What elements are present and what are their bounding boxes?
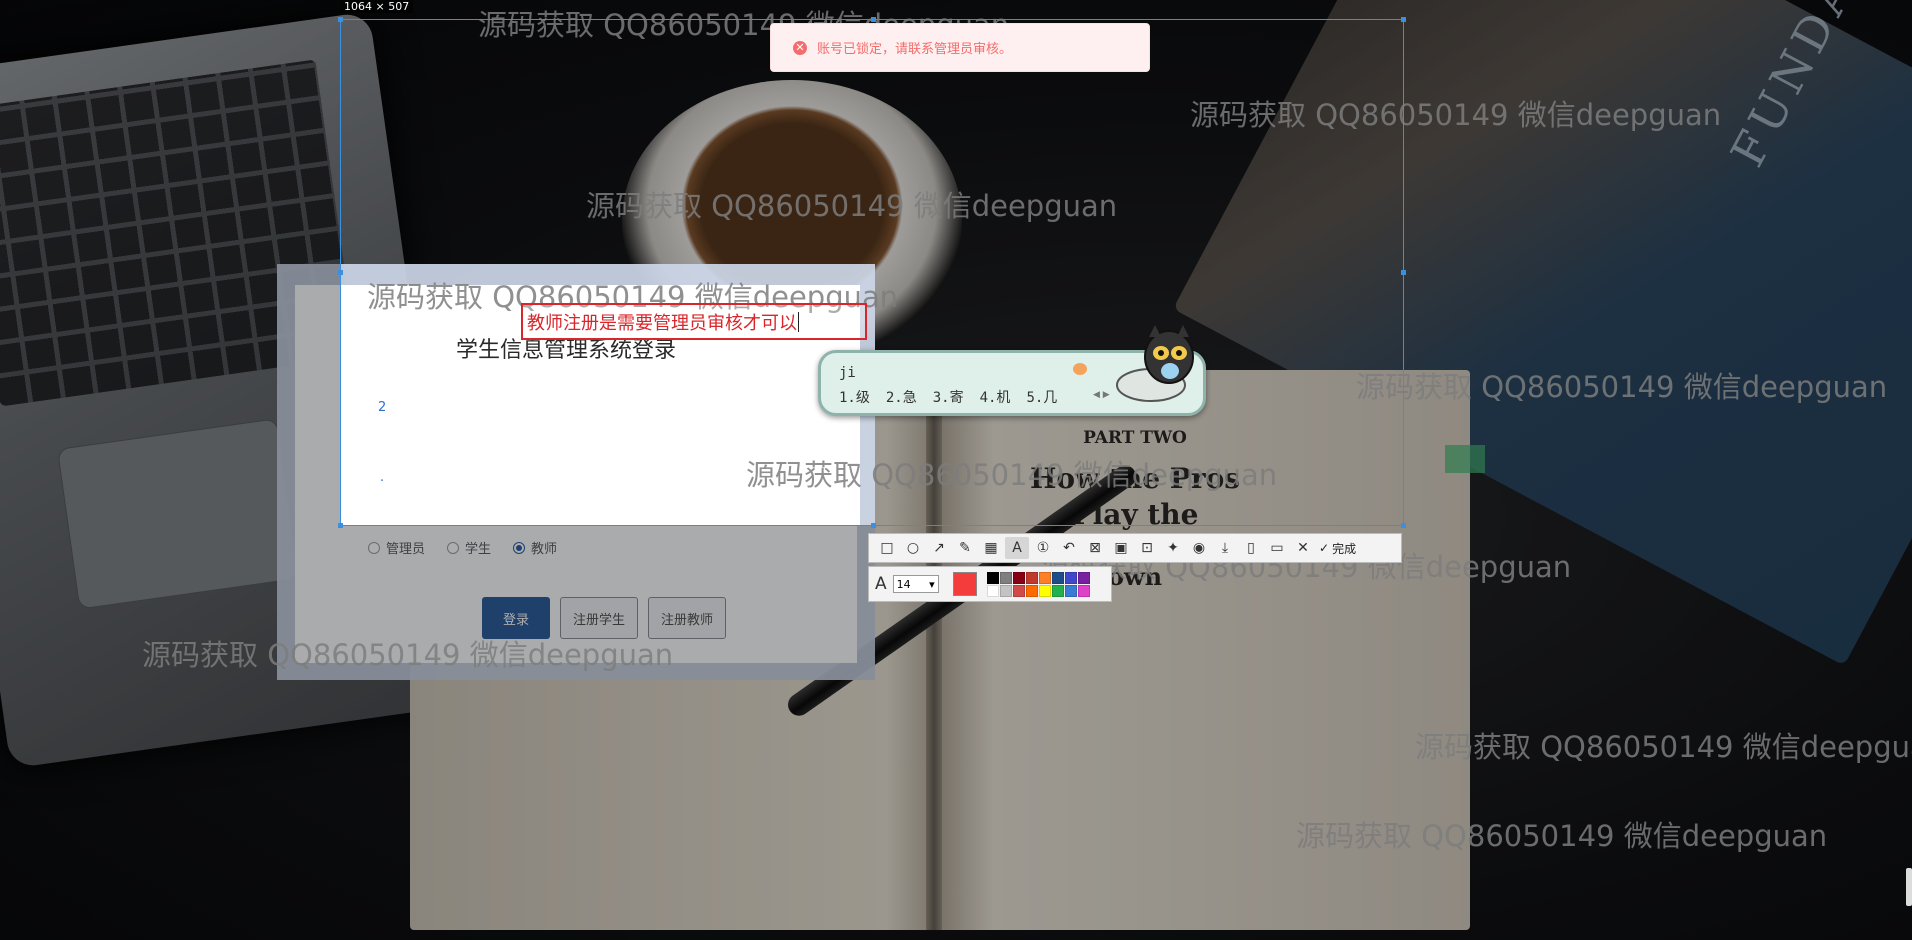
color-swatch[interactable] bbox=[986, 584, 999, 597]
record-icon[interactable]: ◉ bbox=[1187, 537, 1211, 559]
color-swatch[interactable] bbox=[1025, 571, 1038, 584]
outside-selection-shade bbox=[277, 526, 875, 680]
color-swatch[interactable] bbox=[1051, 584, 1064, 597]
copy-icon[interactable]: ▯ bbox=[1239, 537, 1263, 559]
text-icon[interactable]: A bbox=[1005, 537, 1029, 559]
done-button[interactable]: ✓ 完成 bbox=[1319, 540, 1356, 557]
resize-handle[interactable] bbox=[1401, 17, 1406, 22]
current-color-swatch[interactable] bbox=[952, 572, 977, 596]
text-caret bbox=[798, 311, 799, 332]
resize-handle[interactable] bbox=[338, 523, 343, 528]
screenshot-selection-frame[interactable] bbox=[338, 17, 1406, 528]
ime-candidate[interactable]: 4.机 bbox=[980, 387, 1011, 407]
toast-message: 账号已锁定，请联系管理员审核。 bbox=[817, 42, 1013, 57]
save-icon[interactable]: ▭ bbox=[1265, 537, 1289, 559]
ime-page-arrows-icon[interactable]: ◀ ▶ bbox=[1093, 390, 1110, 400]
download-icon[interactable]: ⤓ bbox=[1213, 537, 1237, 559]
scan-icon[interactable]: ⊡ bbox=[1135, 537, 1159, 559]
edge-scroll-widget[interactable] bbox=[1906, 868, 1912, 906]
color-swatch[interactable] bbox=[1038, 584, 1051, 597]
rectangle-icon[interactable]: □ bbox=[875, 537, 899, 559]
color-swatch[interactable] bbox=[1064, 571, 1077, 584]
annotation-text: 教师注册是需要管理员审核才可以 bbox=[527, 312, 797, 334]
text-style-bar: A 14 ▾ bbox=[868, 566, 1112, 602]
ime-candidate[interactable]: 5.几 bbox=[1026, 387, 1057, 407]
resize-handle[interactable] bbox=[871, 17, 876, 22]
font-size-select[interactable]: 14 ▾ bbox=[892, 575, 939, 593]
color-swatch[interactable] bbox=[1077, 584, 1090, 597]
ellipse-icon[interactable]: ○ bbox=[901, 537, 925, 559]
ime-pinyin-input: ji bbox=[839, 365, 856, 381]
resize-handle[interactable] bbox=[1401, 270, 1406, 275]
ime-candidate-window: ji 1.级 2.急 3.寄 4.机 5.几 ◀ ▶ bbox=[818, 325, 1206, 416]
color-swatch[interactable] bbox=[1012, 571, 1025, 584]
selection-size-label: 1064 × 507 bbox=[340, 0, 414, 13]
resize-handle[interactable] bbox=[338, 17, 343, 22]
check-icon: ✓ bbox=[1319, 541, 1330, 555]
resize-handle[interactable] bbox=[871, 523, 876, 528]
chevron-down-icon: ▾ bbox=[929, 577, 935, 591]
color-swatch[interactable] bbox=[1064, 584, 1077, 597]
color-palette bbox=[986, 571, 1090, 597]
ime-mascot-icon bbox=[1116, 325, 1194, 402]
color-swatch[interactable] bbox=[1012, 584, 1025, 597]
mosaic-icon[interactable]: ▦ bbox=[979, 537, 1003, 559]
undo-icon[interactable]: ↶ bbox=[1057, 537, 1081, 559]
image-icon[interactable]: ▣ bbox=[1109, 537, 1133, 559]
close-icon[interactable]: ✕ bbox=[1291, 537, 1315, 559]
color-swatch[interactable] bbox=[1025, 584, 1038, 597]
arrow-icon[interactable]: ↗ bbox=[927, 537, 951, 559]
error-toast: ✕ 账号已锁定，请联系管理员审核。 bbox=[770, 23, 1150, 72]
ime-candidate[interactable]: 2.急 bbox=[886, 387, 917, 407]
number-icon[interactable]: ① bbox=[1031, 537, 1055, 559]
font-icon: A bbox=[875, 574, 887, 594]
outside-selection-shade-left bbox=[277, 264, 340, 526]
color-swatch[interactable] bbox=[999, 584, 1012, 597]
ime-candidate-list: 1.级 2.急 3.寄 4.机 5.几 bbox=[839, 387, 1057, 407]
color-swatch[interactable] bbox=[986, 571, 999, 584]
pin-icon[interactable]: ✦ bbox=[1161, 537, 1185, 559]
color-swatch[interactable] bbox=[1077, 571, 1090, 584]
color-swatch[interactable] bbox=[999, 571, 1012, 584]
resize-handle[interactable] bbox=[338, 270, 343, 275]
screenshot-toolbar: □ ○ ↗ ✎ ▦ A ① ↶ ⊠ ▣ ⊡ ✦ ◉ ⤓ ▯ ▭ ✕ ✓ 完成 bbox=[868, 533, 1402, 563]
pen-icon[interactable]: ✎ bbox=[953, 537, 977, 559]
color-swatch[interactable] bbox=[1051, 571, 1064, 584]
ime-candidate[interactable]: 3.寄 bbox=[933, 387, 964, 407]
color-swatch[interactable] bbox=[1038, 571, 1051, 584]
resize-handle[interactable] bbox=[1401, 523, 1406, 528]
text-annotation-box[interactable]: 教师注册是需要管理员审核才可以 bbox=[521, 303, 867, 340]
done-label: 完成 bbox=[1332, 541, 1357, 556]
font-size-value: 14 bbox=[896, 577, 911, 591]
error-circle-icon: ✕ bbox=[793, 40, 807, 55]
crop-icon[interactable]: ⊠ bbox=[1083, 537, 1107, 559]
ime-skin-icon[interactable] bbox=[1073, 363, 1087, 375]
ime-candidate[interactable]: 1.级 bbox=[839, 387, 870, 407]
